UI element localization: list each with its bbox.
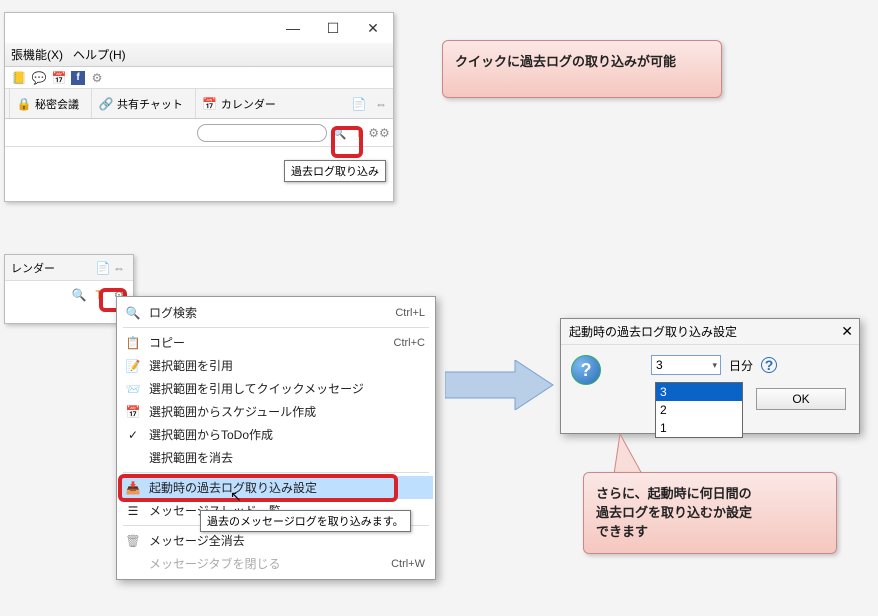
book-icon[interactable]: 📒 [11, 70, 27, 86]
chevron-down-icon: ▾ [712, 360, 717, 371]
resize-handle-icon[interactable]: ⇔ [373, 96, 389, 112]
dropdown-option-3[interactable]: 3 [656, 383, 742, 401]
folder-icon[interactable]: 📄 [351, 96, 367, 112]
callout-tail-2 [612, 434, 652, 476]
highlight-box-3 [118, 474, 398, 502]
callout-line: さらに、起動時に何日間の [596, 483, 824, 502]
ctx-quote[interactable]: 📝 選択範囲を引用 [119, 354, 433, 377]
search-icon: 🔍 [123, 306, 143, 320]
toolbar: 🔒 秘密会議 🔗 共有チャット 📅 カレンダー 📄 ⇔ [5, 89, 393, 119]
ok-button[interactable]: OK [756, 388, 846, 410]
tool-shared-chat[interactable]: 🔗 共有チャット [91, 89, 189, 118]
tool-label: 共有チャット [117, 96, 183, 112]
callout-line: 過去ログを取り込むか設定 [596, 502, 824, 521]
menu-help[interactable]: ヘルプ(H) [73, 46, 126, 63]
tool-secret-meeting[interactable]: 🔒 秘密会議 [9, 89, 85, 118]
folder-icon[interactable]: 📄 [95, 260, 111, 276]
callout-line: できます [596, 521, 824, 540]
close-button[interactable]: ✕ [353, 14, 393, 42]
dropdown-option-2[interactable]: 2 [656, 401, 742, 419]
ctx-todo[interactable]: ✓ 選択範囲からToDo作成 [119, 423, 433, 446]
icon-row: 📒 💬 📅 f ⚙ [5, 67, 393, 89]
ctx-log-search[interactable]: 🔍 ログ検索 Ctrl+L [119, 301, 433, 324]
callout-text: クイックに過去ログの取り込みが可能 [455, 54, 676, 69]
quote-quick-icon: 📨 [123, 382, 143, 396]
menubar: 張機能(X) ヘルプ(H) [5, 43, 393, 67]
tool-label: カレンダー [221, 96, 276, 112]
separator [123, 327, 429, 328]
chat-bubble-icon[interactable]: 💬 [31, 70, 47, 86]
dropdown-option-1[interactable]: 1 [656, 419, 742, 437]
settings-gears-icon[interactable]: ⚙⚙ [371, 125, 387, 141]
tool-calendar[interactable]: 📅 カレンダー [195, 89, 282, 118]
minimize-button[interactable]: ― [273, 14, 313, 42]
cursor-icon: ↖ [230, 488, 242, 505]
trash-icon: 🗑 [123, 534, 143, 548]
maximize-button[interactable]: ☐ [313, 14, 353, 42]
tooltip-import-log: 過去ログ取り込み [284, 160, 386, 182]
ctx-copy[interactable]: 📋 コピー Ctrl+C [119, 331, 433, 354]
days-dropdown: 3 2 1 [655, 382, 743, 438]
arrow-right-icon [445, 360, 555, 410]
callout-quick-import: クイックに過去ログの取り込みが可能 [442, 40, 722, 98]
facebook-icon[interactable]: f [71, 71, 85, 85]
dialog-close-button[interactable]: ✕ [841, 323, 853, 340]
days-label: 日分 [729, 357, 753, 374]
quote-icon: 📝 [123, 359, 143, 373]
highlight-box-1 [331, 126, 363, 158]
snippet-label: レンダー [11, 260, 55, 276]
ctx-schedule[interactable]: 📅 選択範囲からスケジュール作成 [119, 400, 433, 423]
help-icon[interactable]: ? [761, 357, 777, 373]
separator [123, 472, 429, 473]
menu-extensions[interactable]: 張機能(X) [11, 46, 63, 63]
search-icon[interactable]: 🔍 [71, 287, 87, 303]
dialog-title: 起動時の過去ログ取り込み設定 ✕ [561, 319, 859, 345]
ctx-clear-all[interactable]: 🗑 メッセージ全消去 [119, 529, 433, 552]
tooltip-import-past-logs: 過去のメッセージログを取り込みます。 [200, 510, 411, 532]
copy-icon: 📋 [123, 336, 143, 350]
list-icon: ☰ [123, 504, 143, 518]
tool-label: 秘密会議 [35, 96, 79, 112]
calendar-icon: 📅 [202, 96, 218, 112]
todo-icon: ✓ [123, 428, 143, 442]
resize-handle-icon[interactable]: ⇔ [111, 260, 127, 276]
calendar-mini-icon[interactable]: 📅 [51, 70, 67, 86]
ctx-close-tab: メッセージタブを閉じる Ctrl+W [119, 552, 433, 575]
gear-icon[interactable]: ⚙ [89, 70, 105, 86]
ctx-clear-selection[interactable]: 選択範囲を消去 [119, 446, 433, 469]
snippet-row: レンダー 📄 ⇔ [5, 255, 133, 281]
ctx-quote-quick[interactable]: 📨 選択範囲を引用してクイックメッセージ [119, 377, 433, 400]
titlebar: ― ☐ ✕ [5, 13, 393, 43]
question-icon: ? [571, 355, 601, 385]
callout-startup-days: さらに、起動時に何日間の 過去ログを取り込むか設定 できます [583, 472, 837, 554]
share-icon: 🔗 [98, 96, 114, 112]
days-select[interactable]: 3 ▾ [651, 355, 721, 375]
lock-icon: 🔒 [16, 96, 32, 112]
context-menu: 🔍 ログ検索 Ctrl+L 📋 コピー Ctrl+C 📝 選択範囲を引用 📨 選… [116, 296, 436, 580]
search-input[interactable] [197, 124, 327, 142]
schedule-icon: 📅 [123, 405, 143, 419]
